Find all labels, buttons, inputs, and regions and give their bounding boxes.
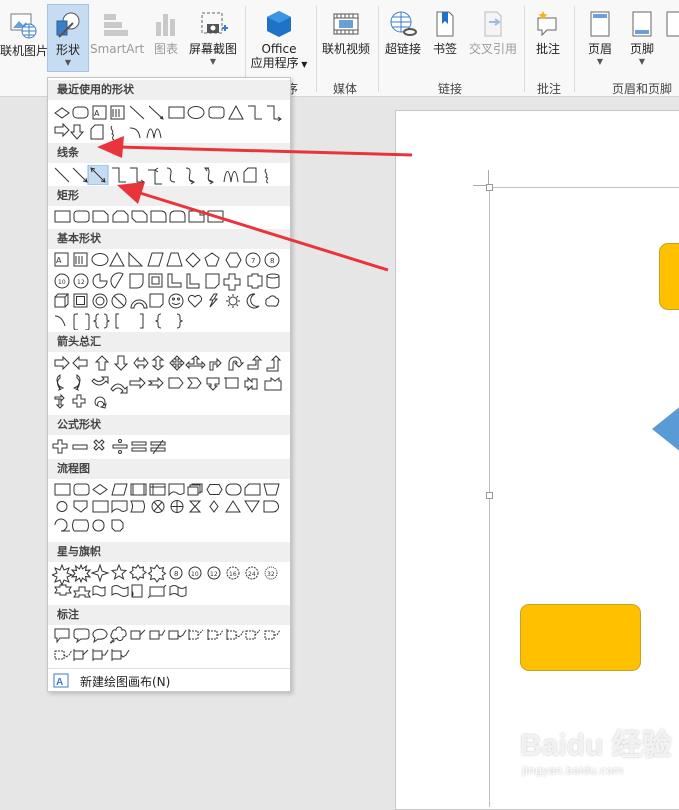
red-arrow-to-line-shape — [139, 191, 389, 272]
red-arrow-head — [97, 136, 124, 158]
annotation-arrows — [97, 136, 413, 272]
baidu-watermark: Baidu 经验 jingyan.baidu.com — [520, 720, 672, 777]
watermark-url: jingyan.baidu.com — [522, 764, 624, 777]
watermark-brand: Baidu 经验 — [520, 729, 672, 762]
red-arrow-head — [117, 182, 145, 204]
red-arrow-to-lines — [119, 145, 413, 157]
